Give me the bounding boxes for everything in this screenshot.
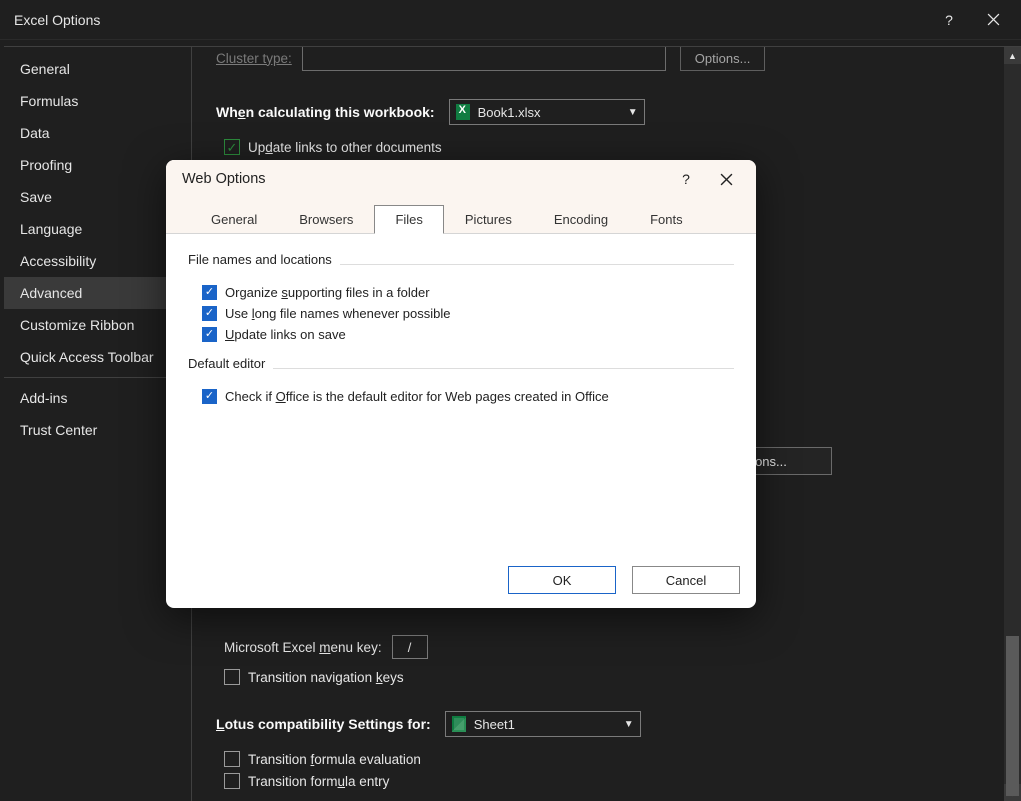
tab-pictures[interactable]: Pictures [444,205,533,234]
file-names-group-title: File names and locations [188,252,332,267]
workbook-dropdown[interactable]: Book1.xlsx ▼ [449,99,645,125]
tab-fonts[interactable]: Fonts [629,205,704,234]
web-options-close-button[interactable] [706,160,746,198]
default-editor-group-title: Default editor [188,356,265,371]
close-icon [987,13,1000,26]
sidebar-item-accessibility[interactable]: Accessibility [4,245,191,277]
scroll-up-arrow[interactable]: ▲ [1004,47,1021,64]
tab-encoding[interactable]: Encoding [533,205,629,234]
scroll-thumb[interactable] [1006,636,1019,796]
transition-nav-checkbox[interactable] [224,669,240,685]
update-links-on-save-label: Update links on save [225,327,346,342]
sidebar-item-trust-center[interactable]: Trust Center [4,414,191,446]
default-editor-checkbox[interactable] [202,389,217,404]
transition-formula-eval-checkbox[interactable] [224,751,240,767]
lotus-sheet-value: Sheet1 [474,717,515,732]
web-options-dialog: Web Options ? General Browsers Files Pic… [166,160,756,608]
sheet-icon [452,716,466,732]
lotus-sheet-dropdown[interactable]: Sheet1 ▼ [445,711,641,737]
ok-button[interactable]: OK [508,566,616,594]
cancel-button[interactable]: Cancel [632,566,740,594]
close-button[interactable] [971,0,1015,40]
organize-files-label: Organize supporting files in a folder [225,285,430,300]
sidebar-item-add-ins[interactable]: Add-ins [4,382,191,414]
sidebar: General Formulas Data Proofing Save Lang… [4,46,192,801]
web-options-title: Web Options [182,171,666,187]
update-links-on-save-checkbox[interactable] [202,327,217,342]
sidebar-item-data[interactable]: Data [4,117,191,149]
web-options-body: File names and locations Organize suppor… [166,234,756,424]
sidebar-separator [4,377,191,378]
excel-options-title: Excel Options [14,12,927,28]
group-divider [273,368,734,369]
transition-nav-label: Transition navigation keys [248,670,404,685]
cluster-type-label: Cluster type: [216,51,292,66]
sidebar-item-save[interactable]: Save [4,181,191,213]
menu-key-input[interactable]: / [392,635,428,659]
chevron-down-icon: ▼ [624,719,634,730]
sidebar-item-quick-access[interactable]: Quick Access Toolbar [4,341,191,373]
tab-browsers[interactable]: Browsers [278,205,374,234]
web-options-help-button[interactable]: ? [666,160,706,198]
scroll-track[interactable] [1004,64,1021,784]
long-filenames-label: Use long file names whenever possible [225,306,450,321]
sidebar-item-formulas[interactable]: Formulas [4,85,191,117]
organize-files-checkbox[interactable] [202,285,217,300]
close-icon [720,173,733,186]
update-links-label: Update links to other documents [248,140,442,155]
vertical-scrollbar[interactable]: ▲ ▼ [1004,47,1021,801]
cluster-type-field[interactable] [302,46,666,71]
web-options-footer: OK Cancel [508,566,740,594]
excel-options-titlebar: Excel Options ? [0,0,1021,40]
transition-formula-entry-checkbox[interactable] [224,773,240,789]
tab-general[interactable]: General [190,205,278,234]
default-editor-label: Check if Office is the default editor fo… [225,389,609,404]
update-links-checkbox[interactable] [224,139,240,155]
menu-key-label: Microsoft Excel menu key: [224,640,382,655]
excel-file-icon [456,104,470,120]
transition-formula-entry-label: Transition formula entry [248,774,389,789]
sidebar-item-advanced[interactable]: Advanced [4,277,191,309]
group-divider [340,264,734,265]
workbook-dropdown-value: Book1.xlsx [478,105,541,120]
tab-files[interactable]: Files [374,205,443,234]
sidebar-item-language[interactable]: Language [4,213,191,245]
cluster-options-button[interactable]: Options... [680,46,766,71]
web-options-titlebar: Web Options ? [166,160,756,198]
sidebar-item-general[interactable]: General [4,53,191,85]
when-calculating-label: When calculating this workbook: [216,104,435,120]
web-options-tabs: General Browsers Files Pictures Encoding… [166,198,756,234]
sidebar-item-proofing[interactable]: Proofing [4,149,191,181]
chevron-down-icon: ▼ [628,107,638,118]
sidebar-item-customize-ribbon[interactable]: Customize Ribbon [4,309,191,341]
lotus-label: Lotus compatibility Settings for: [216,716,431,732]
long-filenames-checkbox[interactable] [202,306,217,321]
help-button[interactable]: ? [927,0,971,40]
transition-formula-eval-label: Transition formula evaluation [248,752,421,767]
